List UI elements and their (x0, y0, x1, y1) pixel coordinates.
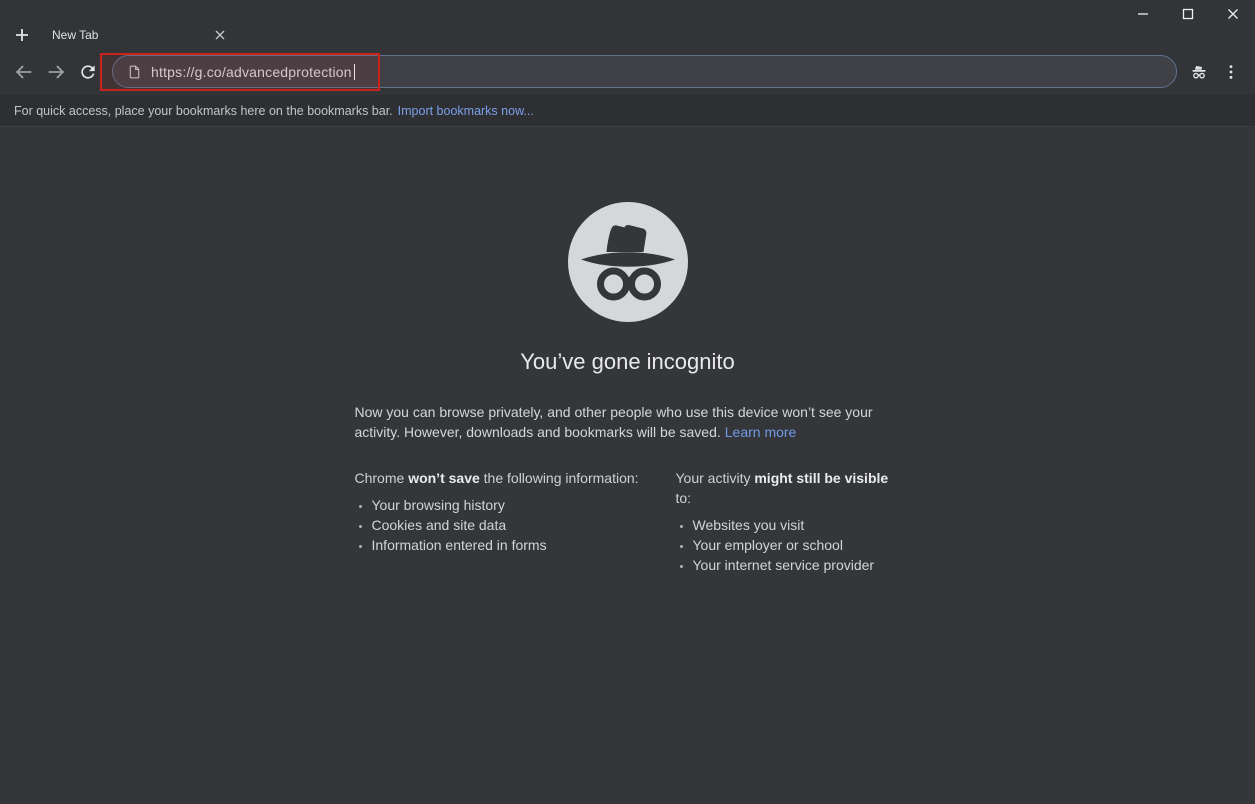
forward-button[interactable] (40, 56, 72, 88)
window-controls (1120, 0, 1255, 28)
heading-text: the following information: (480, 470, 639, 486)
info-columns: Chrome won’t save the following informat… (355, 468, 901, 575)
url-text[interactable]: https://g.co/advancedprotection (151, 64, 352, 80)
new-tab-icon[interactable] (13, 26, 31, 44)
tab-title: New Tab (40, 28, 212, 42)
text-caret (354, 64, 356, 80)
incognito-icon (568, 202, 688, 322)
menu-button[interactable] (1215, 56, 1247, 88)
toolbar: https://g.co/advancedprotection (0, 48, 1255, 95)
visible-to-list: Websites you visit Your employer or scho… (676, 515, 901, 575)
minimize-icon (1137, 8, 1149, 20)
import-bookmarks-link[interactable]: Import bookmarks now... (398, 104, 534, 118)
tab-new-tab[interactable]: New Tab (40, 21, 236, 48)
three-dot-menu-icon (1221, 62, 1241, 82)
titlebar: New Tab (0, 0, 1255, 48)
reload-button[interactable] (72, 56, 104, 88)
maximize-icon (1182, 8, 1194, 20)
list-item: Your employer or school (693, 535, 901, 555)
visible-to-heading: Your activity might still be visible to: (676, 468, 901, 508)
visible-to-column: Your activity might still be visible to:… (676, 468, 901, 575)
wont-save-heading: Chrome won’t save the following informat… (355, 468, 676, 488)
forward-arrow-icon (45, 61, 67, 83)
incognito-glyph (1188, 61, 1210, 83)
page-description: Now you can browse privately, and other … (355, 402, 901, 442)
heading-bold: won’t save (408, 470, 480, 486)
wont-save-list: Your browsing history Cookies and site d… (355, 495, 676, 555)
tab-close-icon[interactable] (212, 27, 228, 43)
page-title: You’ve gone incognito (355, 348, 901, 376)
close-icon (1227, 8, 1239, 20)
back-button[interactable] (8, 56, 40, 88)
address-bar[interactable]: https://g.co/advancedprotection (112, 55, 1177, 88)
maximize-button[interactable] (1165, 0, 1210, 28)
incognito-page: You’ve gone incognito Now you can browse… (0, 127, 1255, 804)
learn-more-link[interactable]: Learn more (725, 424, 797, 440)
incognito-badge-icon (1183, 56, 1215, 88)
plus-icon (14, 27, 30, 43)
heading-text: Chrome (355, 470, 409, 486)
list-item: Information entered in forms (372, 535, 676, 555)
minimize-button[interactable] (1120, 0, 1165, 28)
page-icon (127, 64, 142, 80)
list-item: Your internet service provider (693, 555, 901, 575)
list-item: Websites you visit (693, 515, 901, 535)
list-item: Cookies and site data (372, 515, 676, 535)
heading-text: Your activity (676, 470, 755, 486)
close-button[interactable] (1210, 0, 1255, 28)
bookmarks-bar: For quick access, place your bookmarks h… (0, 95, 1255, 127)
wont-save-column: Chrome won’t save the following informat… (355, 468, 676, 575)
heading-text: to: (676, 490, 692, 506)
list-item: Your browsing history (372, 495, 676, 515)
heading-bold: might still be visible (754, 470, 888, 486)
reload-icon (78, 62, 98, 82)
back-arrow-icon (13, 61, 35, 83)
browser-window: New Tab (0, 0, 1255, 757)
bookmarks-message: For quick access, place your bookmarks h… (14, 104, 393, 118)
close-x-glyph (215, 30, 225, 40)
